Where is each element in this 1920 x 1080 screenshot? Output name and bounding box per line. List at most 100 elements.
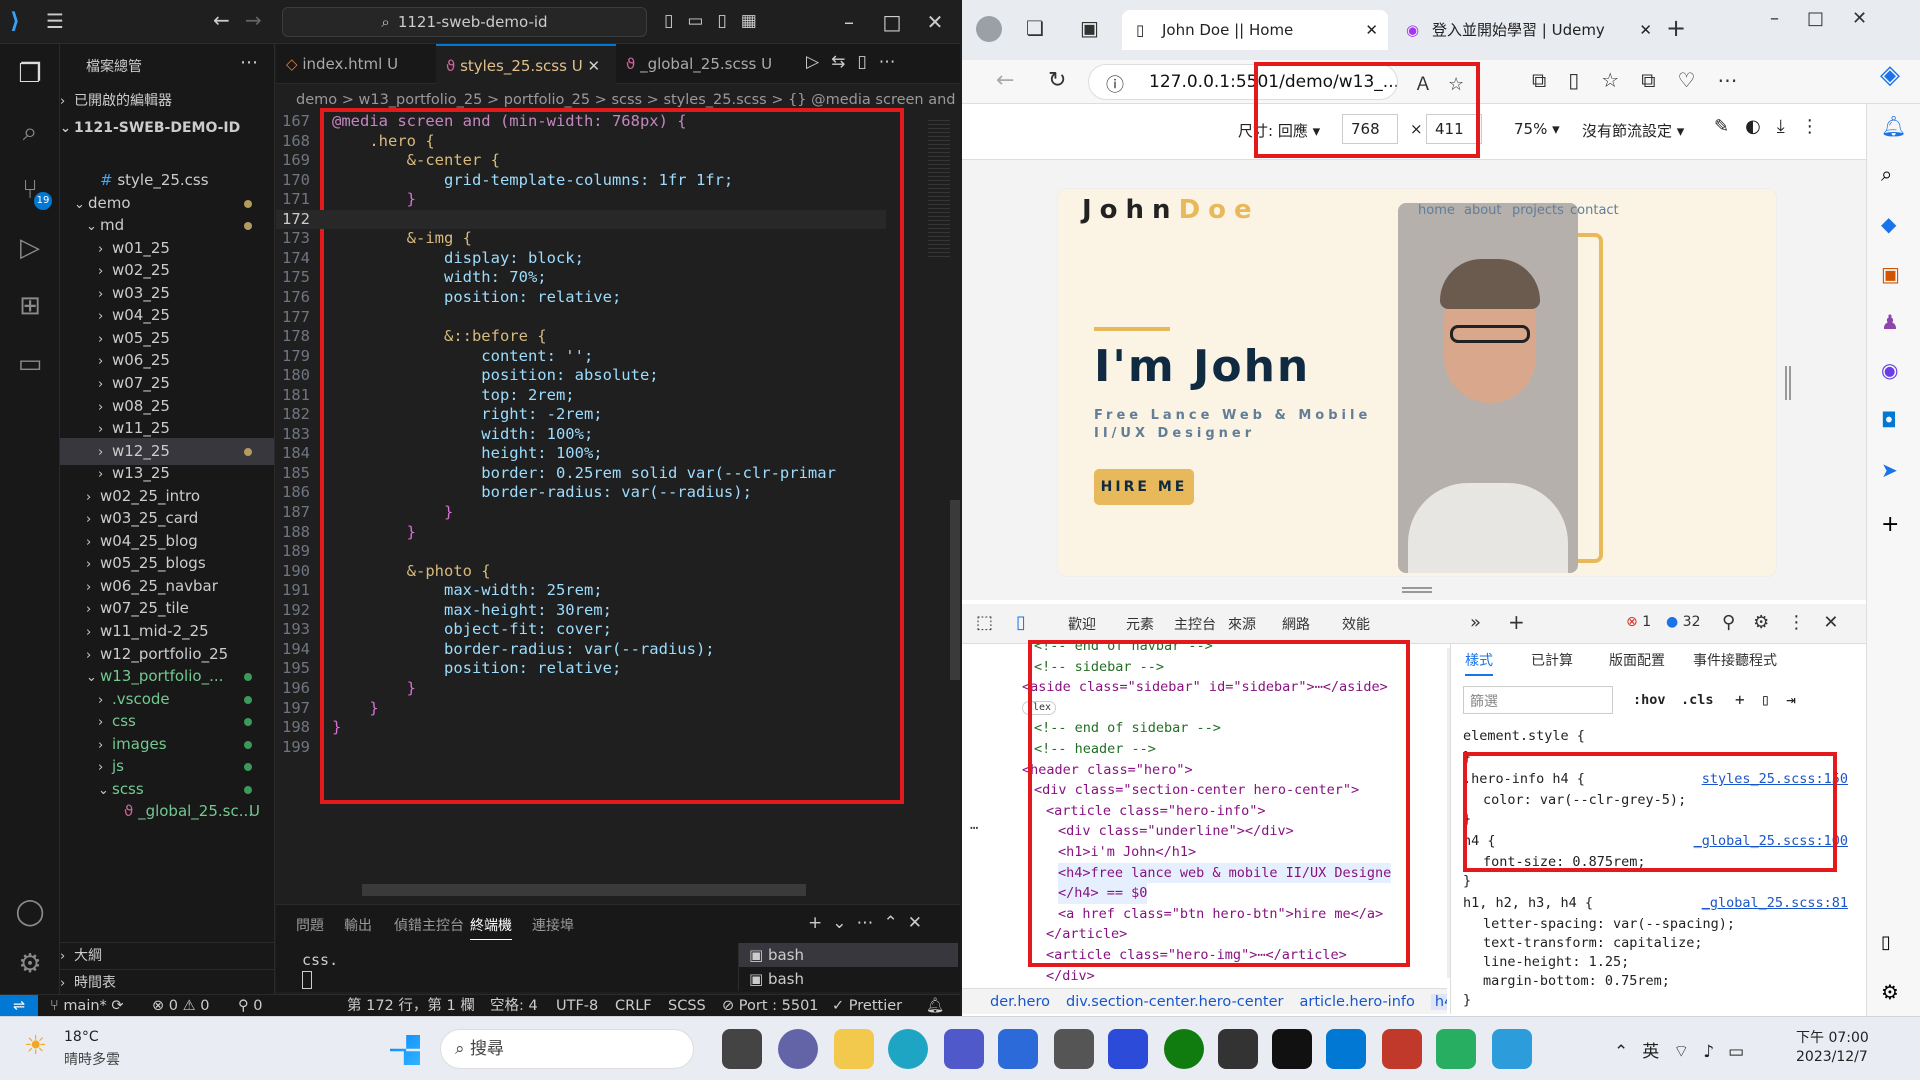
- outlook-icon[interactable]: ◘: [1881, 408, 1897, 432]
- tab-index-html[interactable]: ◇ index.html U: [276, 44, 436, 84]
- add-icon[interactable]: +: [1881, 512, 1899, 537]
- notepad-icon[interactable]: [1492, 1029, 1532, 1069]
- devtools-tab[interactable]: 主控台: [1174, 614, 1216, 634]
- sidebar-toggle-icon[interactable]: ▯: [1881, 932, 1891, 953]
- code-line[interactable]: 173 &-img {: [276, 229, 886, 249]
- forward-icon[interactable]: →: [245, 8, 262, 32]
- code-line[interactable]: 172: [276, 209, 886, 230]
- terminal-list[interactable]: ▣ bash ▣ bash: [738, 943, 958, 991]
- app-icon-2[interactable]: [1382, 1029, 1422, 1069]
- code-line[interactable]: 191 max-width: 25rem;: [276, 581, 886, 601]
- code-line[interactable]: 179 content: '';: [276, 347, 886, 367]
- layout-icons[interactable]: ▯▭▯▦: [664, 11, 771, 31]
- devtools-tab[interactable]: 元素: [1126, 614, 1154, 634]
- code-line[interactable]: 186 border-radius: var(--radius);: [276, 483, 886, 503]
- code-line[interactable]: 199: [276, 738, 886, 758]
- weather-icon[interactable]: ☀: [24, 1031, 47, 1061]
- outline-section[interactable]: › 大綱: [60, 942, 274, 969]
- start-button[interactable]: [390, 1035, 420, 1065]
- app-icon-3[interactable]: [1436, 1029, 1476, 1069]
- taskbar-search[interactable]: ⌕ 搜尋: [440, 1029, 694, 1069]
- timeline-section[interactable]: › 時間表: [60, 969, 274, 996]
- code-line[interactable]: 174 display: block;: [276, 249, 886, 269]
- code-line[interactable]: 195 position: relative;: [276, 659, 886, 679]
- tab-john-doe[interactable]: ▯ John Doe || Home ✕: [1122, 10, 1388, 50]
- styles-tab[interactable]: 已計算: [1531, 650, 1573, 670]
- zoom-select[interactable]: 75% ▾: [1514, 120, 1560, 138]
- open-editors-section[interactable]: › 已開啟的編輯器: [60, 88, 274, 115]
- code-line[interactable]: 169 &-center {: [276, 151, 886, 171]
- command-center[interactable]: ⌕ 1121-sweb-demo-id: [282, 7, 647, 37]
- search-icon[interactable]: ⌕: [10, 112, 50, 152]
- live-server-port[interactable]: ⊘ Port : 5501: [722, 995, 819, 1017]
- tab-udemy[interactable]: ◉ 登入並開始學習 | Udemy ✕: [1392, 10, 1662, 50]
- send-icon[interactable]: ➤: [1881, 458, 1898, 482]
- code-line[interactable]: 194 border-radius: var(--radius);: [276, 640, 886, 660]
- error-count[interactable]: ⊗ 1: [1626, 614, 1651, 630]
- editor-scrollbar[interactable]: [950, 500, 960, 680]
- tools-icon[interactable]: ▣: [1881, 262, 1900, 286]
- site-preview[interactable]: JohnDoe I'm John Free Lance Web & Mobile…: [1057, 188, 1777, 577]
- close-button[interactable]: ✕: [910, 0, 960, 44]
- styles-filter[interactable]: 篩選: [1463, 686, 1613, 714]
- style-property[interactable]: text-transform: capitalize;: [1483, 935, 1702, 951]
- devtools-actions[interactable]: ⚲⚙⋮✕: [1722, 612, 1856, 633]
- remote-indicator[interactable]: ⇌: [0, 995, 38, 1017]
- panel-actions[interactable]: +⌄⋯⌃✕: [808, 913, 932, 933]
- tab-actions-icon[interactable]: ▣: [1080, 16, 1099, 40]
- shopping-icon[interactable]: ◆: [1881, 212, 1896, 236]
- styles-tab[interactable]: 樣式: [1465, 650, 1493, 676]
- dom-breadcrumb-item[interactable]: h4: [1430, 994, 1447, 1010]
- refresh-icon[interactable]: ↻: [1048, 68, 1066, 93]
- workspace-section[interactable]: ⌄ 1121-SWEB-DEMO-ID: [60, 115, 274, 142]
- cursor-position[interactable]: 第 172 行，第 1 欄: [347, 995, 475, 1017]
- tab-global-scss[interactable]: ϑ _global_25.scss U: [616, 44, 796, 84]
- nav-link-projects[interactable]: projects: [1512, 203, 1564, 218]
- chat-icon[interactable]: [778, 1029, 818, 1069]
- code-line[interactable]: 167 @media screen and (min-width: 768px) …: [276, 112, 886, 132]
- code-line[interactable]: 171 }: [276, 190, 886, 210]
- terminal-output[interactable]: css.: [302, 951, 338, 969]
- style-property[interactable]: letter-spacing: var(--spacing);: [1483, 916, 1735, 932]
- notifications-icon[interactable]: 🔔︎: [1881, 114, 1906, 138]
- code-line[interactable]: 185 border: 0.25rem solid var(--clr-prim…: [276, 464, 886, 484]
- terminal-item[interactable]: ▣ bash: [739, 943, 958, 967]
- nav-link-about[interactable]: about: [1464, 203, 1502, 218]
- source-control-icon[interactable]: ⑂ 19: [10, 170, 52, 210]
- language-mode[interactable]: SCSS: [668, 995, 706, 1017]
- devtools-tab[interactable]: 歡迎: [1068, 614, 1096, 634]
- panel-tab[interactable]: 終端機: [470, 915, 512, 940]
- code-line[interactable]: 188 }: [276, 523, 886, 543]
- back-icon[interactable]: ←: [996, 68, 1014, 93]
- new-tab-button[interactable]: +: [1666, 14, 1686, 42]
- code-line[interactable]: 176 position: relative;: [276, 288, 886, 308]
- code-line[interactable]: 175 width: 70%;: [276, 268, 886, 288]
- remote-explorer-icon[interactable]: ▭: [10, 344, 50, 384]
- explorer-icon[interactable]: ❐: [10, 54, 50, 94]
- dom-breadcrumb-item[interactable]: der.hero: [990, 994, 1050, 1010]
- code-line[interactable]: 189: [276, 542, 886, 562]
- code-line[interactable]: 197 }: [276, 699, 886, 719]
- branch-status[interactable]: ⑂ main* ⟳: [50, 995, 124, 1017]
- site-logo[interactable]: JohnDoe: [1082, 195, 1260, 225]
- panel-tab[interactable]: 偵錯主控台: [394, 915, 464, 935]
- code-line[interactable]: 198}: [276, 718, 886, 738]
- terminal-app-icon[interactable]: [1108, 1029, 1148, 1069]
- styles-actions[interactable]: +▯⇥: [1735, 690, 1812, 709]
- store-icon[interactable]: [998, 1029, 1038, 1069]
- devtools-tab[interactable]: 網路: [1282, 614, 1310, 634]
- horizontal-scrollbar[interactable]: [362, 884, 806, 896]
- site-info-icon[interactable]: ⓘ: [1106, 71, 1124, 97]
- dom-breadcrumb-item[interactable]: div.section-center.hero-center: [1066, 994, 1283, 1010]
- copilot-logo-icon[interactable]: ◈: [1880, 60, 1900, 90]
- code-line[interactable]: 184 height: 100%;: [276, 444, 886, 464]
- run-debug-icon[interactable]: ▷: [10, 228, 50, 268]
- nav-link-contact[interactable]: contact: [1570, 203, 1619, 218]
- line-ending[interactable]: CRLF: [615, 995, 652, 1017]
- account-icon[interactable]: ◯: [10, 892, 50, 932]
- weather-temp[interactable]: 18°C: [64, 1029, 99, 1045]
- profile-icon[interactable]: [976, 16, 1002, 42]
- back-icon[interactable]: ←: [213, 8, 230, 32]
- code-line[interactable]: 190 &-photo {: [276, 562, 886, 582]
- style-rule-selector[interactable]: h1, h2, h3, h4 {: [1463, 895, 1593, 911]
